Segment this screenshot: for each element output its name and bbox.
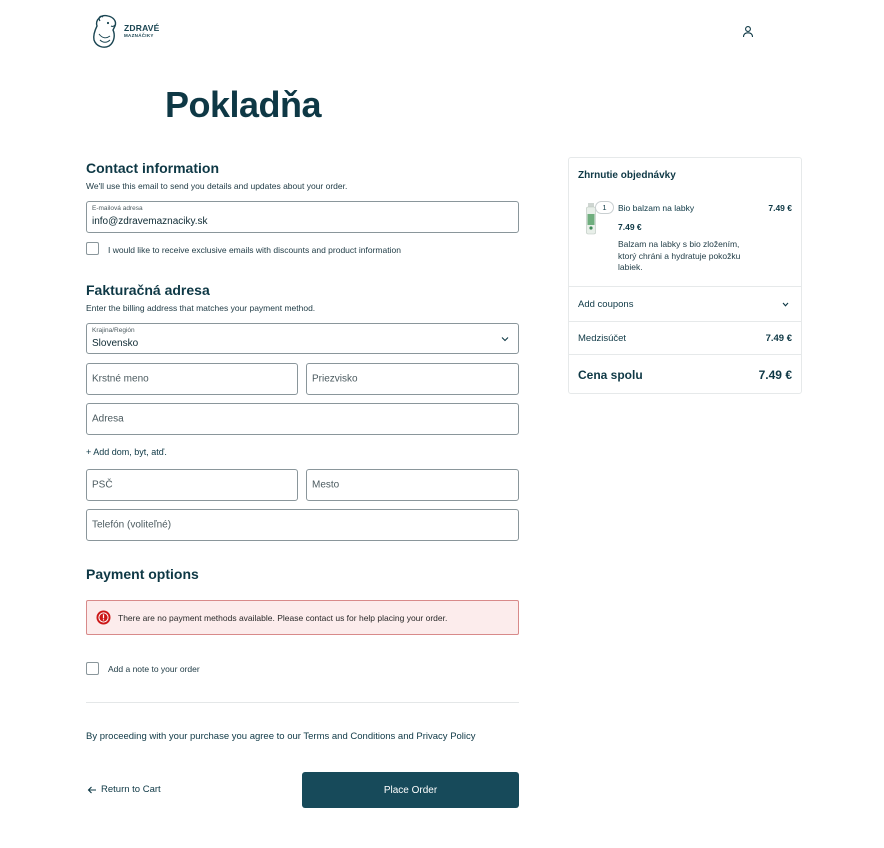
country-select[interactable]: Krajina/Región Slovensko: [86, 323, 519, 354]
order-note-checkbox-label[interactable]: Add a note to your order: [108, 664, 200, 674]
return-to-cart-label: Return to Cart: [101, 784, 161, 795]
user-icon[interactable]: [742, 25, 754, 38]
first-name-field[interactable]: Krstné meno: [86, 363, 298, 395]
alert-circle-icon: [96, 610, 111, 625]
chevron-down-icon: [501, 337, 509, 342]
country-select-value: Slovensko: [92, 338, 139, 349]
payment-error-text: There are no payment methods available. …: [118, 613, 448, 623]
page-title: Pokladňa: [165, 84, 322, 125]
divider: [86, 702, 519, 703]
order-summary-panel: Zhrnutie objednávky 1 Bio balzam na labk…: [568, 157, 802, 394]
dog-logo-icon: [93, 14, 117, 48]
place-order-button[interactable]: Place Order: [302, 772, 519, 808]
add-coupons-toggle[interactable]: Add coupons: [578, 299, 633, 310]
terms-text: By proceeding with your purchase you agr…: [86, 731, 476, 742]
subtotal-label: Medzisúčet: [578, 333, 627, 344]
contact-section-description: We'll use this email to send you details…: [86, 181, 348, 191]
billing-section-title: Fakturačná adresa: [86, 282, 210, 298]
contact-section-title: Contact information: [86, 160, 219, 176]
postcode-placeholder: PSČ: [92, 479, 113, 491]
product-name: Bio balzam na labky: [618, 203, 695, 213]
email-field[interactable]: E-mailová adresa info@zdravemaznaciky.sk: [86, 201, 519, 233]
summary-divider: [569, 321, 801, 322]
chevron-down-icon[interactable]: [782, 302, 789, 307]
total-label: Cena spolu: [578, 368, 643, 382]
product-price: 7.49 €: [618, 222, 642, 232]
payment-section-title: Payment options: [86, 566, 199, 582]
site-logo[interactable]: ZDRAVÉ MAZNÁČIKY: [91, 12, 160, 50]
product-quantity-badge: 1: [595, 201, 614, 214]
product-line-total: 7.49 €: [768, 203, 792, 213]
last-name-placeholder: Priezvisko: [312, 373, 358, 385]
billing-section-description: Enter the billing address that matches y…: [86, 303, 316, 313]
address-field[interactable]: Adresa: [86, 403, 519, 435]
phone-field[interactable]: Telefón (voliteľné): [86, 509, 519, 541]
total-value: 7.49 €: [758, 368, 792, 382]
payment-error-notice: There are no payment methods available. …: [86, 600, 519, 635]
subtotal-value: 7.49 €: [765, 333, 792, 344]
order-summary-title: Zhrnutie objednávky: [578, 170, 676, 181]
add-address-line-link[interactable]: + Add dom, byt, atď.: [86, 447, 167, 457]
logo-text-line1: ZDRAVÉ: [124, 22, 160, 33]
country-select-label: Krajina/Región: [92, 327, 135, 334]
address-placeholder: Adresa: [92, 413, 124, 425]
city-field[interactable]: Mesto: [306, 469, 519, 501]
email-field-value: info@zdravemaznaciky.sk: [92, 216, 208, 227]
newsletter-checkbox-label[interactable]: I would like to receive exclusive emails…: [108, 245, 401, 255]
summary-divider: [569, 286, 801, 287]
logo-text-line2: MAZNÁČIKY: [124, 33, 154, 38]
last-name-field[interactable]: Priezvisko: [306, 363, 519, 395]
return-to-cart-link[interactable]: Return to Cart: [87, 784, 161, 795]
email-field-label: E-mailová adresa: [92, 205, 143, 212]
order-note-checkbox[interactable]: [86, 662, 99, 675]
summary-divider: [569, 354, 801, 355]
phone-placeholder: Telefón (voliteľné): [92, 519, 172, 531]
city-placeholder: Mesto: [312, 479, 340, 491]
product-description: Balzam na labky s bio zložením, ktorý ch…: [618, 239, 741, 273]
newsletter-checkbox[interactable]: [86, 242, 99, 255]
postcode-field[interactable]: PSČ: [86, 469, 298, 501]
arrow-left-icon: [87, 786, 96, 793]
first-name-placeholder: Krstné meno: [92, 373, 149, 385]
